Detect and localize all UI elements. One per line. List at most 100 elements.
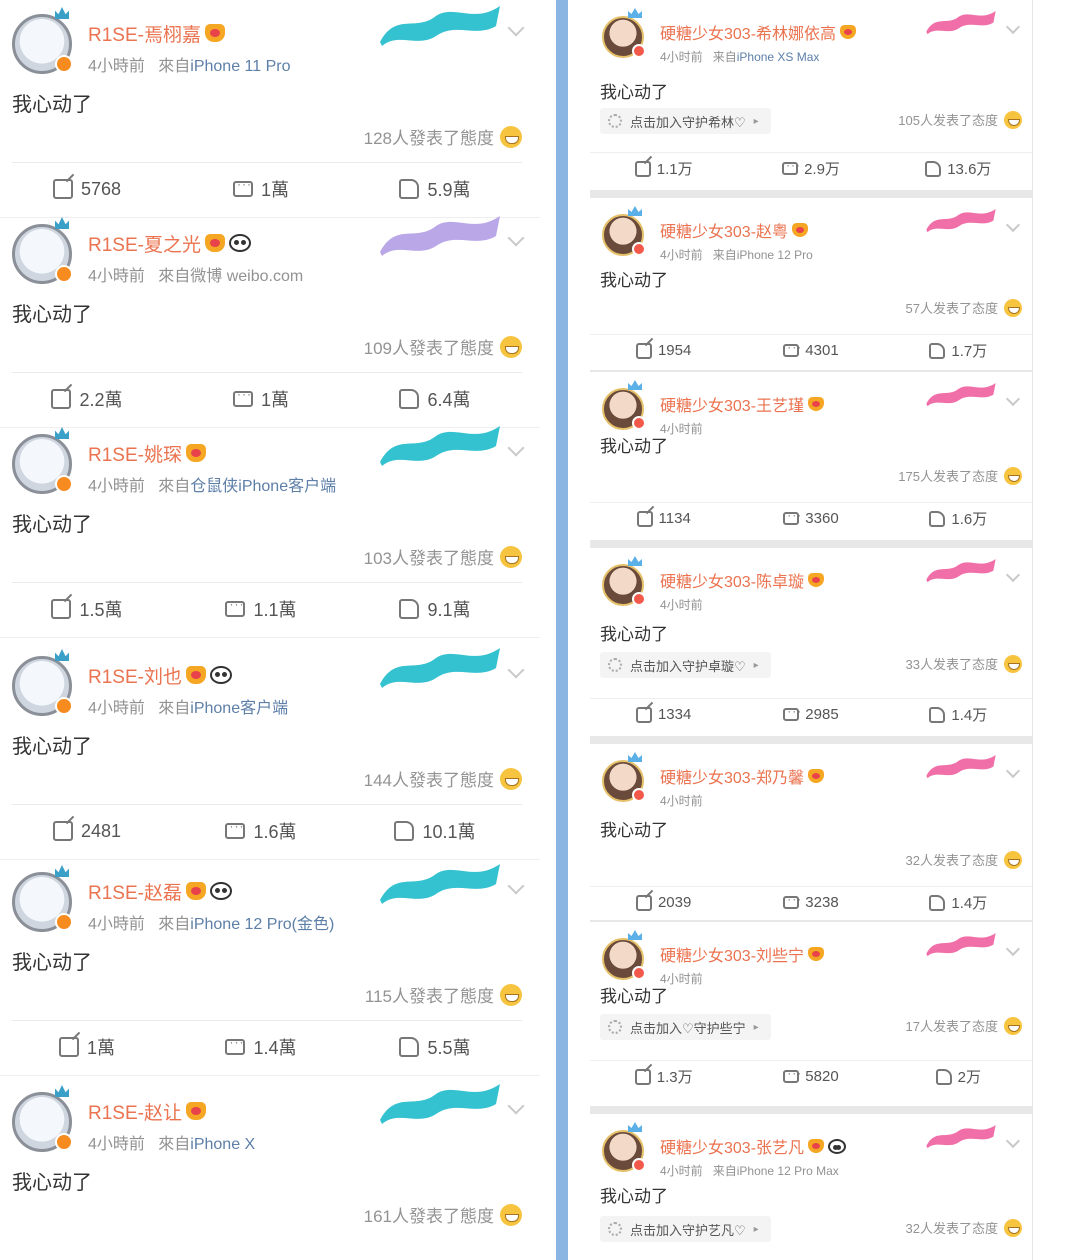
chevron-down-icon[interactable] (507, 19, 525, 37)
comment-button[interactable]: 3360 (737, 508, 884, 527)
share-button[interactable]: 2481 (0, 821, 174, 842)
share-button[interactable]: 5768 (0, 179, 174, 200)
chevron-down-icon[interactable] (1005, 217, 1021, 233)
attitude-count[interactable]: 128人發表了態度 (364, 124, 522, 149)
chevron-down-icon[interactable] (1005, 391, 1021, 407)
user-name[interactable]: 硬糖少女303-希林娜依高 (660, 20, 836, 44)
user-name[interactable]: 硬糖少女303-赵粤 (660, 218, 788, 242)
comment-button[interactable]: 1.6萬 (174, 818, 348, 844)
like-button[interactable]: 13.6万 (885, 158, 1032, 179)
avatar[interactable] (12, 217, 73, 284)
share-button[interactable]: 1134 (590, 510, 737, 527)
action-bar: 2039 3238 1.4万 (590, 886, 1032, 918)
chevron-down-icon[interactable] (507, 661, 525, 679)
attitude-count[interactable]: 103人發表了態度 (364, 544, 522, 569)
chevron-down-icon[interactable] (507, 1097, 525, 1115)
avatar[interactable] (12, 427, 73, 494)
avatar[interactable] (12, 865, 73, 932)
comment-button[interactable]: 2.9万 (737, 158, 884, 179)
user-name[interactable]: 硬糖少女303-张艺凡 (660, 1134, 804, 1158)
avatar[interactable] (602, 752, 646, 802)
guard-join-button[interactable]: 点击加入守护希林♡ ▸ (600, 108, 771, 134)
user-name[interactable]: R1SE-刘也 (88, 662, 182, 689)
avatar[interactable] (602, 930, 646, 980)
avatar[interactable] (602, 380, 646, 430)
share-button[interactable]: 1954 (590, 342, 737, 359)
share-button[interactable]: 1.3万 (590, 1066, 737, 1087)
guard-join-button[interactable]: 点击加入♡守护些宁 ▸ (600, 1014, 771, 1040)
post-source[interactable]: iPhone 12 Pro(金色) (190, 916, 334, 933)
post-source[interactable]: iPhone XS Max (737, 50, 820, 64)
attitude-count[interactable]: 115人發表了態度 (365, 982, 522, 1007)
attitude-count[interactable]: 144人發表了態度 (364, 766, 522, 791)
like-button[interactable]: 5.5萬 (348, 1034, 522, 1060)
comment-button[interactable]: 1.1萬 (174, 596, 348, 622)
like-button[interactable]: 1.4万 (885, 892, 1032, 913)
user-name[interactable]: R1SE-姚琛 (88, 440, 182, 467)
user-name[interactable]: 硬糖少女303-陈卓璇 (660, 568, 804, 592)
chevron-down-icon[interactable] (507, 229, 525, 247)
comment-button[interactable]: 1萬 (174, 386, 348, 412)
attitude-count[interactable]: 17人发表了态度 (906, 1016, 1022, 1035)
like-button[interactable]: 5.9萬 (348, 176, 522, 202)
avatar[interactable] (12, 1085, 73, 1152)
share-button[interactable]: 1萬 (0, 1034, 174, 1060)
like-button[interactable]: 1.6万 (885, 508, 1032, 529)
guard-join-button[interactable]: 点击加入守护卓璇♡ ▸ (600, 652, 771, 678)
post-source[interactable]: 仓鼠侠iPhone客户端 (190, 478, 336, 495)
chevron-down-icon[interactable] (1005, 1133, 1021, 1149)
chevron-down-icon[interactable] (1005, 763, 1021, 779)
avatar[interactable] (602, 206, 646, 256)
attitude-count[interactable]: 33人发表了态度 (906, 654, 1022, 673)
user-name[interactable]: R1SE-赵让 (88, 1098, 182, 1125)
comment-button[interactable]: 1萬 (174, 176, 348, 202)
share-button[interactable]: 1.1万 (590, 158, 737, 179)
like-button[interactable]: 1.7万 (885, 340, 1032, 361)
attitude-count[interactable]: 105人发表了态度 (898, 110, 1022, 129)
share-button[interactable]: 2.2萬 (0, 386, 174, 412)
share-button[interactable]: 1334 (590, 706, 737, 723)
user-name[interactable]: 硬糖少女303-刘些宁 (660, 942, 804, 966)
attitude-count[interactable]: 109人發表了態度 (364, 334, 522, 359)
comment-icon (225, 597, 246, 617)
share-button[interactable]: 1.5萬 (0, 596, 174, 622)
attitude-count[interactable]: 175人发表了态度 (898, 466, 1022, 485)
attitude-count[interactable]: 32人发表了态度 (906, 1218, 1022, 1237)
comment-icon (783, 704, 802, 721)
chevron-down-icon[interactable] (507, 439, 525, 457)
avatar[interactable] (602, 8, 646, 58)
attitude-count[interactable]: 161人發表了態度 (364, 1202, 522, 1227)
user-name[interactable]: R1SE-焉栩嘉 (88, 20, 201, 47)
avatar[interactable] (12, 7, 73, 74)
chevron-down-icon[interactable] (1005, 567, 1021, 583)
avatar[interactable] (12, 649, 73, 716)
chevron-down-icon[interactable] (1005, 941, 1021, 957)
comment-button[interactable]: 3238 (737, 892, 884, 911)
like-button[interactable]: 10.1萬 (348, 818, 522, 844)
post-source[interactable]: iPhone 11 Pro (190, 58, 290, 75)
user-name[interactable]: 硬糖少女303-郑乃馨 (660, 764, 804, 788)
comment-button[interactable]: 2985 (737, 704, 884, 723)
source-prefix: 來自 (158, 58, 191, 75)
like-button[interactable]: 6.4萬 (348, 386, 522, 412)
like-button[interactable]: 2万 (885, 1066, 1032, 1087)
comment-button[interactable]: 4301 (737, 340, 884, 359)
avatar[interactable] (602, 556, 646, 606)
attitude-count[interactable]: 57人发表了态度 (906, 298, 1022, 317)
post-source[interactable]: iPhone X (190, 1136, 255, 1153)
share-button[interactable]: 2039 (590, 894, 737, 911)
comment-button[interactable]: 5820 (737, 1066, 884, 1085)
comment-button[interactable]: 1.4萬 (174, 1034, 348, 1060)
chevron-down-icon[interactable] (1005, 19, 1021, 35)
user-name[interactable]: 硬糖少女303-王艺瑾 (660, 392, 804, 416)
attitude-count[interactable]: 32人发表了态度 (906, 850, 1022, 869)
chevron-down-icon[interactable] (507, 877, 525, 895)
user-name[interactable]: R1SE-夏之光 (88, 230, 201, 257)
user-name[interactable]: R1SE-赵磊 (88, 878, 182, 905)
like-button[interactable]: 1.4万 (885, 704, 1032, 725)
avatar[interactable] (602, 1122, 646, 1172)
like-button[interactable]: 9.1萬 (348, 596, 522, 622)
post-source[interactable]: iPhone客户端 (190, 700, 288, 717)
action-bar: 1.1万 2.9万 13.6万 (590, 152, 1032, 184)
guard-join-button[interactable]: 点击加入守护艺凡♡ ▸ (600, 1216, 771, 1242)
